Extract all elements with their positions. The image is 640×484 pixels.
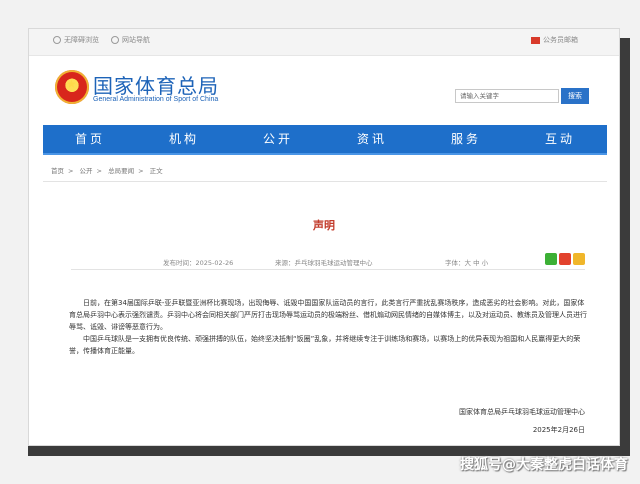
article-body: 日前，在第34届国际乒联-亚乒联暨亚洲杯比赛现场，出现侮辱、诋毁中国国家队运动员… <box>69 297 587 357</box>
search-button[interactable]: 搜索 <box>561 88 589 104</box>
watermark: 搜狐号@大秦整虎白话体育 <box>460 457 628 473</box>
accessibility-link[interactable]: 无障碍浏览 <box>53 35 99 45</box>
article-paragraph: 日前，在第34届国际乒联-亚乒联暨亚洲杯比赛现场，出现侮辱、诋毁中国国家队运动员… <box>69 299 587 331</box>
top-utility-bar: 无障碍浏览 网站导航 公务员邮箱 <box>29 29 619 56</box>
article-paragraph: 中国乒乓球队是一支拥有优良传统、顽强拼搏的队伍，始终坚决抵制“饭圈”乱象，并将继… <box>69 335 581 355</box>
official-mail-link[interactable]: 公务员邮箱 <box>531 35 578 45</box>
breadcrumb-news[interactable]: 总局要闻 <box>108 167 134 175</box>
article-title: 声明 <box>313 219 335 232</box>
nav-item-org[interactable]: 机构 <box>137 125 231 153</box>
site-nav-link[interactable]: 网站导航 <box>111 35 150 45</box>
meta-divider <box>71 269 585 270</box>
article-source: 来源：乒乓球羽毛球运动管理中心 <box>275 259 373 267</box>
weibo-share-icon[interactable] <box>559 253 571 265</box>
divider <box>43 181 607 182</box>
nav-item-news[interactable]: 资讯 <box>325 125 419 153</box>
breadcrumb: 首页 > 公开 > 总局要闻 > 正文 <box>51 167 163 175</box>
wechat-share-icon[interactable] <box>545 253 557 265</box>
main-nav: 首页 机构 公开 资讯 服务 互动 <box>43 125 607 155</box>
frame-shadow-right <box>620 38 630 456</box>
search-input[interactable]: 请输入关键字 <box>455 89 559 103</box>
publish-date: 发布时间：2025-02-26 <box>163 259 234 267</box>
mobile-icon <box>111 36 119 44</box>
flag-icon <box>531 36 540 44</box>
web-page: 无障碍浏览 网站导航 公务员邮箱 ★ 国家体育总局 General Admini… <box>28 28 620 446</box>
breadcrumb-public[interactable]: 公开 <box>80 167 93 175</box>
site-subtitle: General Administration of Sport of China <box>93 96 219 103</box>
breadcrumb-current: 正文 <box>149 167 163 175</box>
breadcrumb-home[interactable]: 首页 <box>51 167 64 175</box>
national-emblem-icon: ★ <box>55 70 89 104</box>
nav-item-home[interactable]: 首页 <box>43 125 137 153</box>
font-size-control[interactable]: 字体：大 中 小 <box>445 257 488 267</box>
nav-item-interact[interactable]: 互动 <box>513 125 607 153</box>
qzone-share-icon[interactable] <box>573 253 585 265</box>
accessibility-icon <box>53 36 61 44</box>
nav-item-service[interactable]: 服务 <box>419 125 513 153</box>
nav-item-public[interactable]: 公开 <box>231 125 325 153</box>
site-title[interactable]: 国家体育总局 <box>93 70 219 99</box>
header: ★ 国家体育总局 General Administration of Sport… <box>29 56 619 118</box>
signature-date: 2025年2月26日 <box>532 426 585 434</box>
signature-org: 国家体育总局乒乓球羽毛球运动管理中心 <box>459 408 585 416</box>
